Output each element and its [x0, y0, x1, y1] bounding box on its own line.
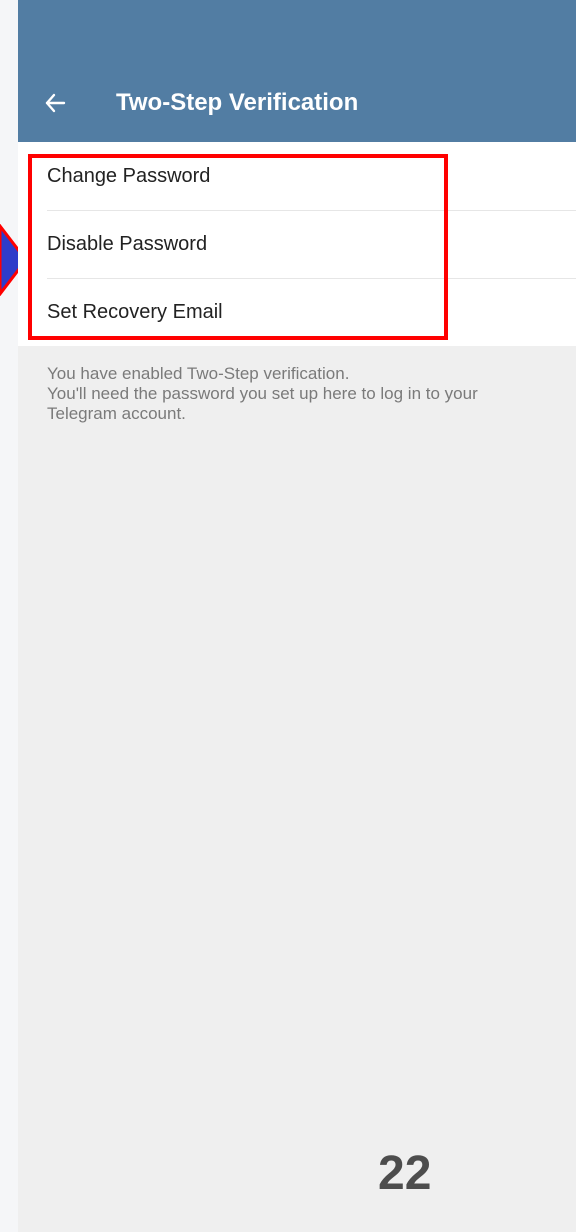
- info-line: Telegram account.: [47, 404, 186, 423]
- disable-password-item[interactable]: Disable Password: [18, 210, 576, 278]
- phone-screen: Two-Step Verification Change Password Di…: [18, 0, 576, 1232]
- info-text: You have enabled Two-Step verification. …: [47, 364, 557, 424]
- set-recovery-email-label: Set Recovery Email: [47, 301, 223, 323]
- tutorial-page: Two-Step Verification Change Password Di…: [0, 0, 576, 1232]
- change-password-label: Change Password: [47, 165, 211, 187]
- arrow-left-icon: [45, 93, 66, 113]
- info-line: You have enabled Two-Step verification.: [47, 364, 350, 383]
- app-bar: Two-Step Verification: [18, 0, 576, 142]
- info-line: You'll need the password you set up here…: [47, 384, 478, 403]
- back-button[interactable]: [38, 86, 72, 120]
- page-number: 22: [378, 1147, 432, 1200]
- disable-password-label: Disable Password: [47, 233, 208, 255]
- page-title: Two-Step Verification: [116, 89, 359, 116]
- set-recovery-email-item[interactable]: Set Recovery Email: [18, 278, 576, 346]
- change-password-item[interactable]: Change Password: [18, 142, 576, 210]
- password-options-list: Change Password Disable Password Set Rec…: [18, 142, 576, 346]
